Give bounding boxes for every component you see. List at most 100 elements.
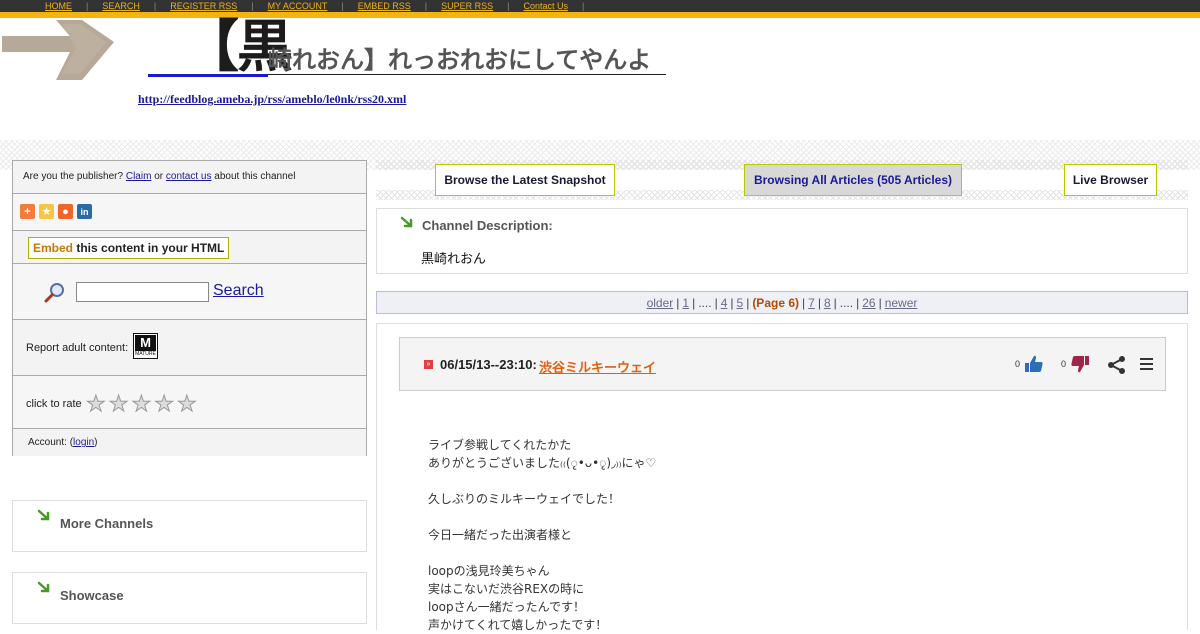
pager-page-8[interactable]: 8 — [824, 296, 831, 310]
nav-separator: | — [582, 1, 585, 11]
publisher-question: Are you the publisher? — [23, 171, 124, 182]
plus-share-icon[interactable]: + — [20, 204, 35, 219]
nav-separator: | — [507, 1, 510, 11]
pager-page-26[interactable]: 26 — [862, 296, 875, 310]
article-card: » 06/15/13--23:10: 渋谷ミルキーウェイ 0 0 ライブ参戦して… — [376, 323, 1188, 632]
about-text: about this channel — [214, 171, 296, 182]
nav-link-home[interactable]: HOME — [45, 1, 72, 11]
account-text: Account: (login) — [28, 437, 98, 448]
star-rating[interactable]: ★ ★ ★ ★ ★ — [86, 392, 198, 415]
search-button[interactable]: Search — [213, 282, 264, 300]
nav-link-super-rss[interactable]: SUPER RSS — [441, 1, 493, 11]
nav-link-contact-us[interactable]: Contact Us — [523, 1, 568, 11]
nav-item: MY ACCOUNT | — [268, 1, 358, 11]
account-row: Account: (login) — [13, 429, 366, 456]
pager-older[interactable]: older — [647, 296, 674, 310]
nav-item: HOME | — [45, 1, 102, 11]
mature-badge[interactable]: M MATURE — [133, 333, 158, 359]
rating-row: click to rate ★ ★ ★ ★ ★ — [13, 376, 366, 429]
pager-page-7[interactable]: 7 — [808, 296, 815, 310]
tab-live-browser[interactable]: Live Browser — [1064, 164, 1157, 196]
nav-link-register-rss[interactable]: REGISTER RSS — [170, 1, 237, 11]
showcase-heading[interactable]: Showcase — [60, 588, 124, 603]
channel-tools-panel: Are you the publisher? Claim or contact … — [12, 160, 367, 456]
pager-sep: | — [714, 295, 718, 310]
nav-separator: | — [251, 1, 254, 11]
browse-tabs: Browse the Latest Snapshot Browsing All … — [376, 160, 1188, 200]
search-row: Search — [13, 264, 366, 320]
embed-word: Embed — [33, 241, 74, 255]
pager-sep: | — [817, 295, 821, 310]
green-arrow-icon — [37, 581, 50, 593]
pager-sep: | — [676, 295, 680, 310]
nav-link-my-account[interactable]: MY ACCOUNT — [268, 1, 328, 11]
dislike-count: 0 — [1061, 359, 1067, 369]
rate-label: click to rate — [26, 398, 82, 410]
like-control[interactable]: 0 — [1015, 355, 1044, 373]
pager-sep: | — [878, 295, 882, 310]
claim-link[interactable]: Claim — [126, 171, 152, 182]
star-icon[interactable]: ★ — [154, 392, 175, 415]
thumbs-up-icon[interactable] — [1024, 355, 1044, 373]
search-input[interactable] — [76, 282, 209, 302]
title-underline-thin — [268, 74, 666, 75]
star-icon[interactable]: ★ — [176, 392, 197, 415]
top-nav: HOME | SEARCH | REGISTER RSS | MY ACCOUNT | EMBE… — [0, 0, 1200, 12]
pager-ellipsis: .... — [839, 295, 854, 310]
pager-current: (Page 6) — [752, 295, 799, 310]
like-count: 0 — [1015, 359, 1021, 369]
nav-separator: | — [424, 1, 428, 11]
dislike-control[interactable]: 0 — [1061, 355, 1090, 373]
pager-ellipsis: .... — [698, 295, 712, 310]
menu-icon[interactable] — [1140, 358, 1153, 370]
share-icons: + ★ ● in — [20, 204, 92, 219]
star-icon[interactable]: ★ — [86, 392, 107, 415]
publisher-text: Are you the publisher? Claim or contact … — [23, 171, 295, 182]
report-row: Report adult content: M MATURE — [13, 320, 366, 376]
channel-description: Channel Description: 黒崎れおん — [376, 208, 1188, 274]
pager-page-5[interactable]: 5 — [737, 296, 744, 310]
pager-sep: | — [730, 295, 734, 310]
star-icon[interactable]: ★ — [108, 392, 129, 415]
publisher-row: Are you the publisher? Claim or contact … — [13, 161, 366, 194]
article-header: » 06/15/13--23:10: 渋谷ミルキーウェイ 0 0 — [399, 337, 1166, 391]
reddit-icon[interactable]: ● — [58, 204, 73, 219]
description-text: 黒崎れおん — [421, 252, 487, 267]
account-suffix: ) — [94, 437, 98, 448]
linkedin-icon[interactable]: in — [77, 204, 92, 219]
pager-page-1[interactable]: 1 — [682, 296, 689, 310]
article-body: ライブ参戦してくれたかた ありがとうございました₍₍(ृ•ᴗ•ृ)◞₎₎にゃ♡ … — [428, 438, 657, 632]
arrow-logo-icon — [2, 20, 114, 80]
star-share-icon[interactable]: ★ — [39, 204, 54, 219]
nav-separator: | — [86, 1, 89, 11]
contact-us-link[interactable]: contact us — [166, 171, 212, 182]
pager-sep: | — [746, 295, 750, 310]
pager-sep: | — [833, 295, 837, 310]
embed-button[interactable]: Embed this content in your HTML — [28, 237, 230, 259]
nav-link-search[interactable]: SEARCH — [102, 1, 140, 11]
mature-badge-letter: M — [135, 335, 156, 351]
pager-page-4[interactable]: 4 — [721, 296, 728, 310]
share-icon[interactable] — [1107, 355, 1127, 375]
star-icon[interactable]: ★ — [131, 392, 152, 415]
nav-item: Contact Us | — [523, 1, 598, 11]
header: 【黒 崎れおん】れっおれおにしてやんよ http://feedblog.ameb… — [0, 18, 1200, 170]
report-label: Report adult content: — [26, 342, 129, 354]
or-text: or — [154, 171, 164, 182]
pager-sep: | — [802, 295, 806, 310]
nav-link-embed-rss[interactable]: EMBED RSS — [358, 1, 411, 11]
nav-separator: | — [153, 1, 157, 11]
tab-latest-snapshot[interactable]: Browse the Latest Snapshot — [435, 164, 615, 196]
article-title-link[interactable]: 渋谷ミルキーウェイ — [539, 357, 656, 376]
more-channels-heading[interactable]: More Channels — [60, 516, 153, 531]
nav-item: SUPER RSS | — [441, 1, 523, 11]
search-icon — [44, 283, 64, 303]
feed-url-link[interactable]: http://feedblog.ameba.jp/rss/ameblo/le0n… — [138, 92, 406, 107]
pager-newer[interactable]: newer — [885, 296, 918, 310]
nav-separator: | — [341, 1, 344, 11]
thumbs-down-icon[interactable] — [1070, 355, 1090, 373]
channel-title[interactable]: 崎れおん】れっおれおにしてやんよ — [268, 46, 651, 74]
tab-all-articles[interactable]: Browsing All Articles (505 Articles) — [744, 164, 962, 196]
green-arrow-icon — [400, 216, 413, 228]
login-link[interactable]: login — [73, 437, 94, 448]
